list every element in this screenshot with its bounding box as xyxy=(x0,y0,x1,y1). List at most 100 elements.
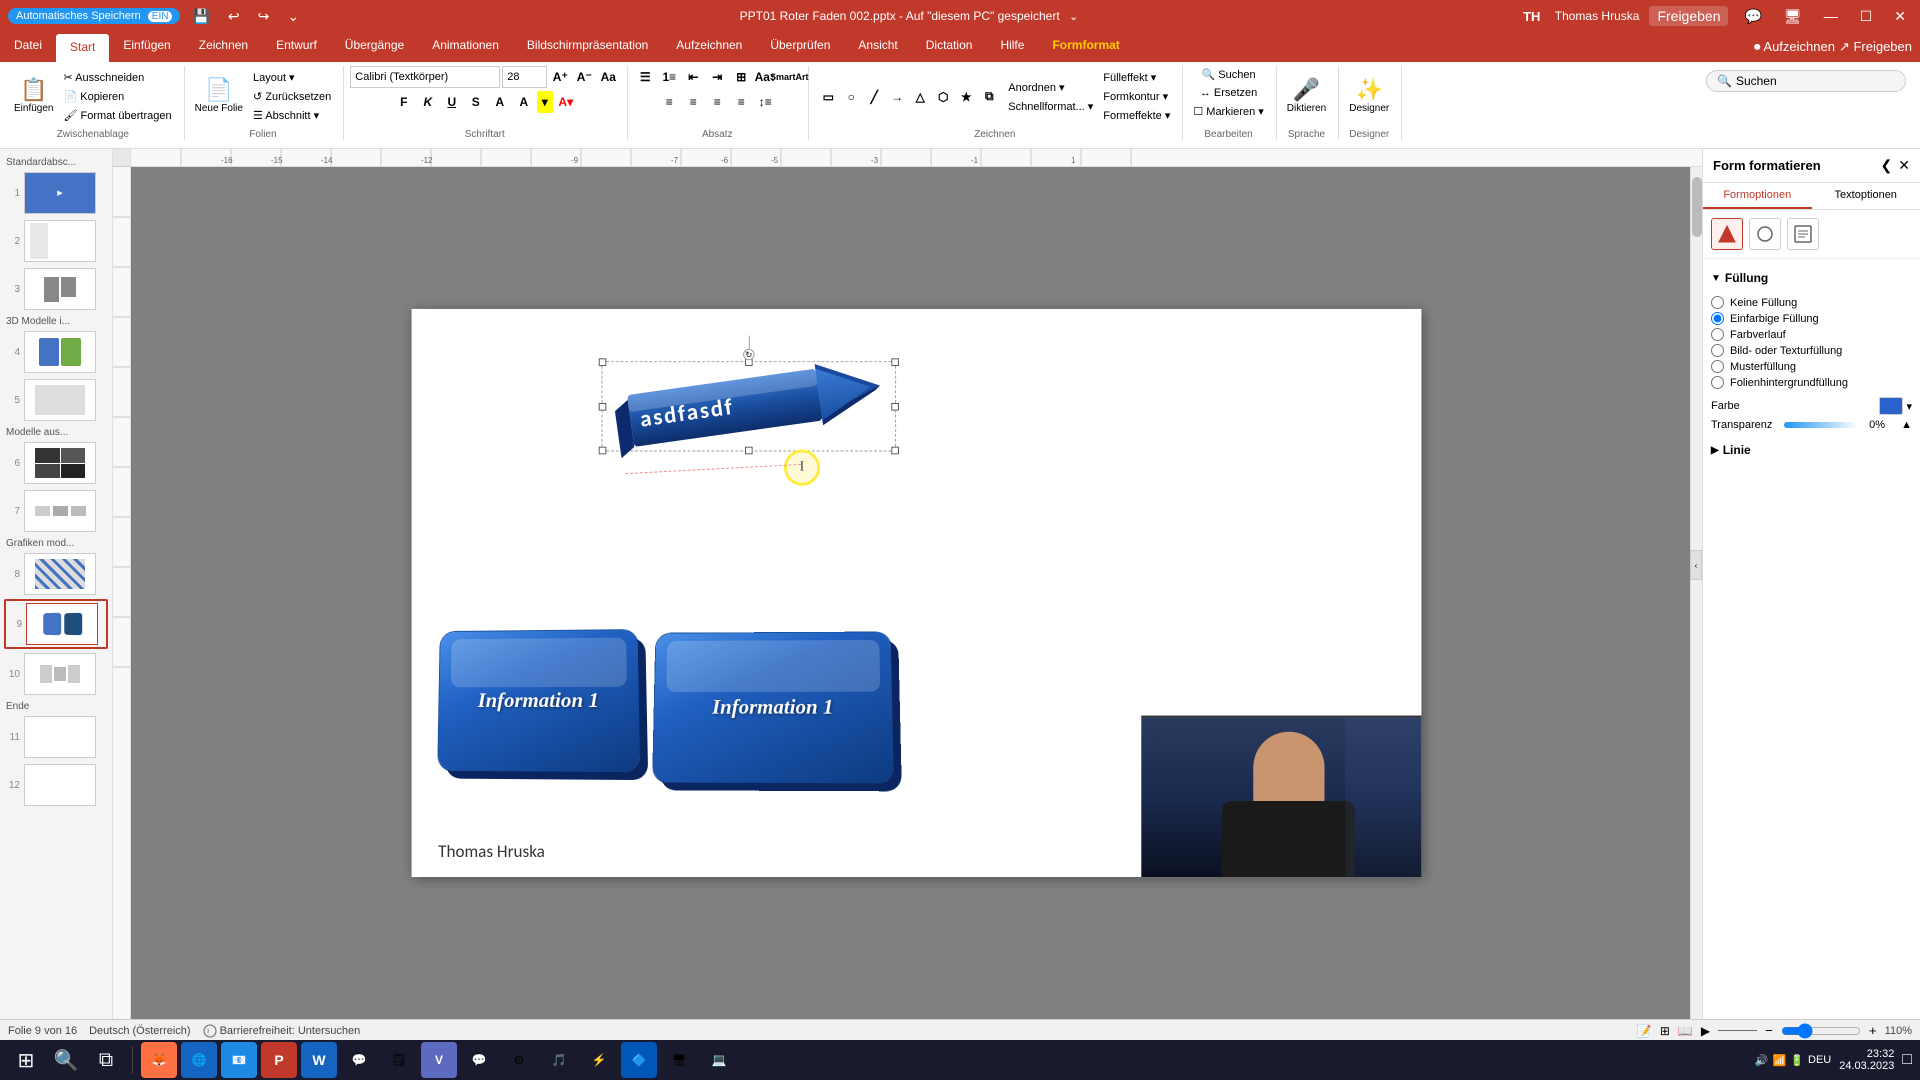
taskbar-powerpoint[interactable]: P xyxy=(261,1042,297,1078)
tab-zeichnen[interactable]: Zeichnen xyxy=(185,32,262,62)
color-swatch[interactable] xyxy=(1879,397,1903,415)
slide-thumb-6[interactable] xyxy=(24,442,96,484)
notes-view-btn[interactable]: 📝 xyxy=(1637,1024,1652,1038)
slide-item-7[interactable]: 7 xyxy=(4,488,108,534)
tab-ueberpruefen[interactable]: Überprüfen xyxy=(756,32,844,62)
slideshow-btn[interactable]: ▶ xyxy=(1701,1024,1710,1038)
fill-option-slide[interactable]: Folienhintergrundfüllung xyxy=(1711,376,1912,389)
fill-none-radio[interactable] xyxy=(1711,296,1724,309)
slide-item-5[interactable]: 5 xyxy=(4,377,108,423)
taskbar-media[interactable]: 🎵 xyxy=(541,1042,577,1078)
list-numbered-btn[interactable]: 1≡ xyxy=(658,66,680,88)
handle-bl[interactable] xyxy=(599,447,607,455)
slides-panel[interactable]: Standardabsc... 1 ▶ 2 3 3D Modelle i... … xyxy=(0,149,113,1019)
bold-btn[interactable]: F xyxy=(393,91,415,113)
tab-aufzeichnen[interactable]: Aufzeichnen xyxy=(662,32,756,62)
fill-option-none[interactable]: Keine Füllung xyxy=(1711,296,1912,309)
handle-ml[interactable] xyxy=(599,403,607,411)
format-copy-btn[interactable]: 🖌 Format übertragen xyxy=(59,107,175,124)
key-button-2[interactable]: Information 1 xyxy=(654,632,892,782)
taskbar-onenote[interactable]: 🗒 xyxy=(381,1042,417,1078)
zoom-out-btn[interactable]: − xyxy=(1765,1023,1773,1038)
slide-item-4[interactable]: 4 xyxy=(4,329,108,375)
comments-btn[interactable]: 💬 xyxy=(1738,6,1767,27)
replace-btn[interactable]: ↔ Ersetzen xyxy=(1196,85,1261,101)
column-btn[interactable]: ⊞ xyxy=(730,66,752,88)
taskbar-telegram[interactable]: 💬 xyxy=(461,1042,497,1078)
tab-praesentation[interactable]: Bildschirmpräsentation xyxy=(513,32,662,62)
shape-arrow-btn[interactable]: → xyxy=(886,86,908,108)
handle-bm[interactable] xyxy=(745,447,753,455)
autosave-switch[interactable]: EIN xyxy=(148,11,173,22)
tab-entwurf[interactable]: Entwurf xyxy=(262,32,331,62)
tab-start[interactable]: Start xyxy=(56,34,109,62)
tab-einfuegen[interactable]: Einfügen xyxy=(109,32,184,62)
smartart-btn[interactable]: SmartArt xyxy=(778,66,800,88)
slide-item-1[interactable]: 1 ▶ xyxy=(4,170,108,216)
section-btn[interactable]: ☰ Abschnitt ▾ xyxy=(249,107,335,124)
increase-font-btn[interactable]: A⁺ xyxy=(549,66,571,88)
reading-view-btn[interactable]: 📖 xyxy=(1678,1024,1693,1038)
slide-item-3[interactable]: 3 xyxy=(4,266,108,312)
taskbar-clock[interactable]: 23:32 24.03.2023 xyxy=(1839,1048,1894,1072)
minimize-btn[interactable]: — xyxy=(1818,6,1844,26)
key-button-1[interactable]: Information 1 xyxy=(438,630,637,771)
dictate-btn[interactable]: 🎤 Diktieren xyxy=(1283,76,1330,117)
slide-thumb-12[interactable] xyxy=(24,764,96,806)
search-taskbar-btn[interactable]: 🔍 xyxy=(48,1042,84,1078)
handle-tl[interactable] xyxy=(599,358,607,366)
handle-br[interactable] xyxy=(891,447,899,455)
slide-item-10[interactable]: 10 xyxy=(4,651,108,697)
tab-ansicht[interactable]: Ansicht xyxy=(844,32,911,62)
slide-item-9[interactable]: 9 xyxy=(4,599,108,649)
fill-slide-radio[interactable] xyxy=(1711,376,1724,389)
shape-line-btn[interactable]: ╱ xyxy=(863,86,885,108)
taskbar-app4[interactable]: 💻 xyxy=(701,1042,737,1078)
align-left-btn[interactable]: ≡ xyxy=(658,91,680,113)
clear-format-btn[interactable]: Aa xyxy=(597,66,619,88)
shape-rect-btn[interactable]: ▭ xyxy=(817,86,839,108)
transparency-up-btn[interactable]: ▲ xyxy=(1901,419,1912,431)
redo-btn[interactable]: ↪ xyxy=(252,6,276,27)
show-desktop-btn[interactable]: □ xyxy=(1902,1051,1912,1069)
align-right-btn[interactable]: ≡ xyxy=(706,91,728,113)
reset-btn[interactable]: ↺ Zurücksetzen xyxy=(249,88,335,105)
fill-option-picture[interactable]: Bild- oder Texturfüllung xyxy=(1711,344,1912,357)
new-slide-btn[interactable]: 📄 Neue Folie xyxy=(191,76,247,117)
tab-animationen[interactable]: Animationen xyxy=(418,32,513,62)
fill-option-gradient[interactable]: Farbverlauf xyxy=(1711,328,1912,341)
scrollbar-thumb-v[interactable] xyxy=(1692,177,1702,237)
slide-thumb-4[interactable] xyxy=(24,331,96,373)
slide-thumb-7[interactable] xyxy=(24,490,96,532)
font-size-input[interactable] xyxy=(502,66,547,88)
maximize-btn[interactable]: ☐ xyxy=(1854,6,1879,27)
taskbar-outlook[interactable]: 📧 xyxy=(221,1042,257,1078)
fill-picture-radio[interactable] xyxy=(1711,344,1724,357)
taskbar-app1[interactable]: ⚡ xyxy=(581,1042,617,1078)
slide-thumb-11[interactable] xyxy=(24,716,96,758)
increase-indent-btn[interactable]: ⇥ xyxy=(706,66,728,88)
slide[interactable]: ↻ xyxy=(412,309,1422,877)
fill-solid-radio[interactable] xyxy=(1711,312,1724,325)
shadow-btn[interactable]: A xyxy=(489,91,511,113)
vertical-scrollbar[interactable]: ‹ xyxy=(1690,167,1702,1019)
handle-mr[interactable] xyxy=(891,403,899,411)
font-name-input[interactable] xyxy=(350,66,500,88)
alt-text-icon-btn[interactable] xyxy=(1787,218,1819,250)
slide-item-2[interactable]: 2 xyxy=(4,218,108,264)
strikethrough-btn[interactable]: S xyxy=(465,91,487,113)
tab-formoptionen[interactable]: Formoptionen xyxy=(1703,183,1812,209)
list-bullets-btn[interactable]: ☰ xyxy=(634,66,656,88)
undo-btn[interactable]: ↩ xyxy=(222,6,246,27)
taskbar-app3[interactable]: 🖥 xyxy=(661,1042,697,1078)
layout-btn[interactable]: Layout ▾ xyxy=(249,69,335,86)
slide-item-12[interactable]: 12 xyxy=(4,762,108,808)
taskbar-teams[interactable]: 💬 xyxy=(341,1042,377,1078)
underline-btn[interactable]: U xyxy=(441,91,463,113)
paste-btn[interactable]: 📋 Einfügen xyxy=(10,76,57,117)
tab-datei[interactable]: Datei xyxy=(0,32,56,62)
save-location-btn[interactable]: ⌄ xyxy=(1063,8,1084,25)
fill-gradient-radio[interactable] xyxy=(1711,328,1724,341)
transparency-bar[interactable] xyxy=(1784,422,1859,428)
slide-sorter-btn[interactable]: ⊞ xyxy=(1660,1024,1670,1038)
